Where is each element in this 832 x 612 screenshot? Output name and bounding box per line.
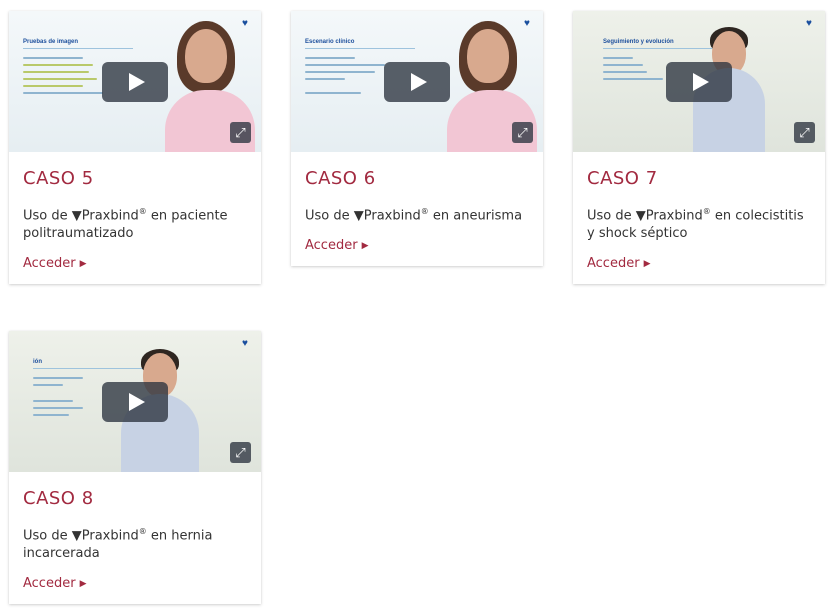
play-icon[interactable] — [102, 381, 168, 422]
case-description: Uso de ▼Praxbind® en colecistitis y shoc… — [587, 207, 804, 242]
case-title: CASO 6 — [305, 168, 376, 189]
fullscreen-icon[interactable]: ⤢ — [230, 442, 251, 463]
fullscreen-icon[interactable]: ⤢ — [230, 122, 251, 143]
slide-title: Pruebas de imagen — [23, 39, 79, 45]
heart-logo-icon: ♥ — [806, 18, 812, 29]
play-icon[interactable] — [666, 61, 732, 102]
case-description: Uso de ▼Praxbind® en aneurisma — [305, 207, 523, 224]
caret-right-icon: ▶ — [79, 259, 87, 270]
fullscreen-icon[interactable]: ⤢ — [512, 122, 533, 143]
case-card-7: Seguimiento y evolución ♥ ⤢ CASO 7 Uso d… — [573, 11, 825, 285]
heart-logo-icon: ♥ — [242, 18, 248, 29]
caret-right-icon: ▶ — [79, 579, 87, 590]
play-icon[interactable] — [102, 61, 168, 102]
video-thumbnail[interactable]: ión ♥ ⤢ — [9, 331, 261, 472]
heart-logo-icon: ♥ — [242, 338, 248, 349]
video-thumbnail[interactable]: Seguimiento y evolución ♥ ⤢ — [573, 11, 825, 152]
acceder-link[interactable]: Acceder ▶ — [305, 238, 368, 253]
caret-right-icon: ▶ — [361, 241, 369, 252]
slide-title: Escenario clínico — [305, 39, 355, 45]
heart-logo-icon: ♥ — [524, 18, 530, 29]
fullscreen-icon[interactable]: ⤢ — [794, 122, 815, 143]
play-icon[interactable] — [384, 61, 450, 102]
video-thumbnail[interactable]: Escenario clínico ♥ ⤢ — [291, 11, 543, 152]
acceder-link[interactable]: Acceder ▶ — [23, 576, 86, 591]
acceder-link[interactable]: Acceder ▶ — [587, 256, 650, 271]
case-title: CASO 7 — [587, 168, 658, 189]
case-title: CASO 5 — [23, 168, 94, 189]
case-title: CASO 8 — [23, 488, 94, 509]
case-description: Uso de ▼Praxbind® en paciente politrauma… — [23, 207, 228, 242]
acceder-link[interactable]: Acceder ▶ — [23, 256, 86, 271]
video-thumbnail[interactable]: Pruebas de imagen ♥ ⤢ — [9, 11, 261, 152]
case-card-5: Pruebas de imagen ♥ ⤢ CASO 5 Uso de ▼Pra… — [9, 11, 261, 285]
case-card-6: Escenario clínico ♥ ⤢ CASO 6 Uso de ▼Pra… — [291, 11, 543, 267]
case-description: Uso de ▼Praxbind® en hernia incarcerada — [23, 527, 213, 562]
case-card-8: ión ♥ ⤢ CASO 8 Uso de ▼Praxbind® en hern… — [9, 331, 261, 605]
caret-right-icon: ▶ — [643, 259, 651, 270]
